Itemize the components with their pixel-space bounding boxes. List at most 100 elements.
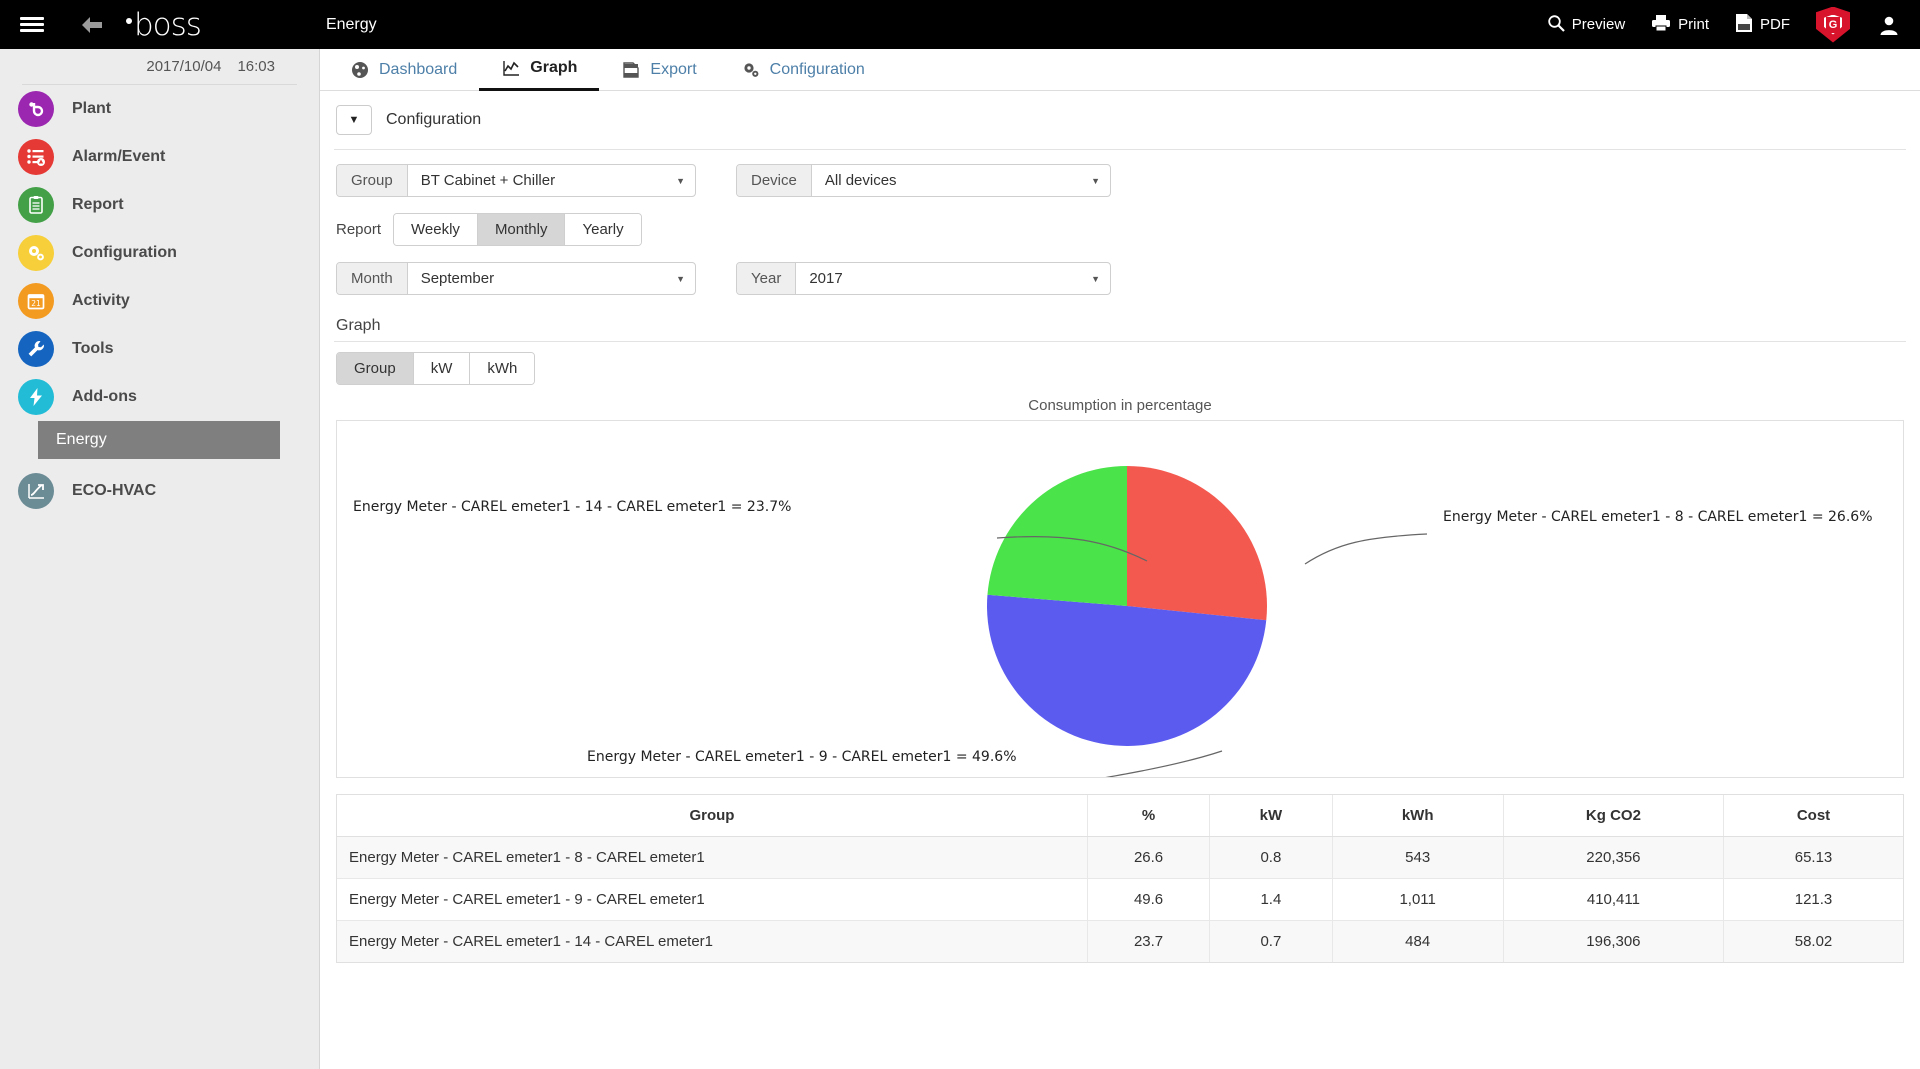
pie-label-8: Energy Meter - CAREL emeter1 - 8 - CAREL…	[1443, 509, 1873, 525]
leader-line-8	[1304, 533, 1428, 565]
pie-chart-svg	[986, 466, 1428, 792]
cell-pct: 26.6	[1087, 836, 1211, 879]
pie-slices	[986, 466, 1267, 747]
configuration-panel-header: ▼ Configuration	[320, 91, 1920, 145]
col-kw: kW	[1209, 795, 1333, 837]
device-field: Device All devices ▼	[736, 164, 1111, 197]
page-title: Energy	[325, 15, 377, 33]
device-value: All devices	[824, 172, 897, 189]
tab-label: Graph	[530, 59, 578, 76]
table-row[interactable]: Energy Meter - CAREL emeter1 - 14 - CARE…	[337, 920, 1903, 962]
tab-dashboard[interactable]: Dashboard	[328, 49, 479, 91]
sidebar-item-alarm-event[interactable]: Alarm/Event	[0, 133, 319, 181]
report-weekly-button[interactable]: Weekly	[394, 214, 478, 245]
sidebar-subitem-label: Energy	[56, 431, 107, 448]
sidebar-item-label: ECO-HVAC	[72, 482, 157, 499]
month-select[interactable]: September ▼	[408, 263, 695, 294]
print-button[interactable]: Print	[1651, 14, 1709, 36]
cell-kwh: 484	[1332, 920, 1504, 962]
tab-label: Dashboard	[379, 60, 458, 78]
device-select[interactable]: All devices ▼	[812, 165, 1110, 196]
security-shield-icon[interactable]: G	[1816, 6, 1850, 43]
current-time: 16:03	[237, 58, 275, 75]
year-value: 2017	[809, 270, 843, 287]
sidebar-item-eco-hvac[interactable]: ECO-HVAC	[0, 467, 319, 515]
chart-title: Consumption in percentage	[1028, 397, 1212, 414]
configuration-title: Configuration	[386, 111, 482, 128]
graph-kw-button[interactable]: kW	[413, 353, 471, 384]
graph-kwh-button[interactable]: kWh	[470, 353, 535, 384]
cell-cost: 65.13	[1723, 836, 1903, 879]
user-avatar-icon[interactable]	[1876, 12, 1902, 38]
cell-pct: 49.6	[1087, 878, 1211, 921]
tab-configuration[interactable]: Configuration	[719, 49, 887, 91]
sidebar-item-energy[interactable]: Energy	[38, 421, 280, 459]
chevron-down-icon: ▼	[676, 175, 685, 186]
sidebar-item-plant[interactable]: Plant	[0, 85, 319, 133]
year-field: Year 2017 ▼	[736, 262, 1111, 295]
top-bar: boss Energy Preview Print PDF G	[0, 0, 1920, 49]
graph-mode-row: Group kW kWh	[320, 352, 1920, 385]
group-field: Group BT Cabinet + Chiller ▼	[336, 164, 696, 197]
pdf-label: PDF	[1760, 16, 1790, 33]
pdf-button[interactable]: PDF	[1735, 13, 1790, 37]
graph-group-button[interactable]: Group	[337, 353, 414, 384]
pdf-file-icon	[1735, 13, 1753, 37]
sidebar-item-activity[interactable]: 21 Activity	[0, 277, 319, 325]
back-arrow-icon[interactable]	[64, 15, 120, 35]
pie-label-9: Energy Meter - CAREL emeter1 - 9 - CAREL…	[587, 749, 1017, 765]
sidebar-item-tools[interactable]: Tools	[0, 325, 319, 373]
sidebar-item-label: Activity	[72, 292, 130, 309]
search-preview-icon	[1547, 14, 1565, 36]
calendar-icon: 21	[18, 283, 54, 319]
sidebar-item-configuration[interactable]: Configuration	[0, 229, 319, 277]
month-value: September	[420, 270, 495, 287]
wrench-icon	[18, 331, 54, 367]
tab-graph[interactable]: Graph	[479, 49, 600, 91]
cell-kwh: 543	[1332, 836, 1504, 879]
pie-slice-8	[1127, 466, 1267, 621]
alarm-list-icon	[18, 139, 54, 175]
table-row[interactable]: Energy Meter - CAREL emeter1 - 8 - CAREL…	[337, 836, 1903, 879]
sidebar-item-label: Plant	[72, 100, 112, 117]
cell-group: Energy Meter - CAREL emeter1 - 9 - CAREL…	[337, 878, 1088, 921]
shield-badge-letter: G	[1824, 14, 1842, 35]
gears-icon	[741, 60, 761, 80]
sidebar: 2017/10/04 16:03 Plant Alarm/Event Repor…	[0, 49, 320, 1069]
report-monthly-button[interactable]: Monthly	[477, 214, 566, 245]
table-row[interactable]: Energy Meter - CAREL emeter1 - 9 - CAREL…	[337, 878, 1903, 921]
collapse-toggle-button[interactable]: ▼	[336, 105, 372, 135]
tab-label: Export	[650, 60, 697, 78]
datetime-display: 2017/10/04 16:03	[22, 49, 297, 85]
chevron-down-icon: ▼	[348, 114, 360, 126]
report-yearly-button[interactable]: Yearly	[565, 214, 641, 245]
preview-button[interactable]: Preview	[1547, 14, 1625, 36]
graph-mode-buttons: Group kW kWh	[336, 352, 536, 385]
brand-dot-icon	[126, 17, 132, 24]
month-label: Month	[337, 263, 408, 294]
trend-chart-icon	[18, 473, 54, 509]
brand-logo: boss	[126, 6, 202, 43]
table: Group % kW kWh Kg CO2 Cost Energy Meter …	[337, 795, 1903, 962]
tab-export[interactable]: Export	[599, 49, 718, 91]
sidebar-item-add-ons[interactable]: Add-ons	[0, 373, 319, 421]
sidebar-item-label: Report	[72, 196, 124, 213]
group-select[interactable]: BT Cabinet + Chiller ▼	[408, 165, 695, 196]
pie-label-14: Energy Meter - CAREL emeter1 - 14 - CARE…	[353, 499, 792, 515]
cell-group: Energy Meter - CAREL emeter1 - 14 - CARE…	[337, 920, 1088, 962]
report-label: Report	[336, 221, 382, 238]
clipboard-icon	[18, 187, 54, 223]
lightning-icon	[18, 379, 54, 415]
col-kwh: kWh	[1332, 795, 1504, 837]
brand-name: boss	[134, 6, 202, 43]
col-cost: Cost	[1723, 795, 1903, 837]
hamburger-menu-icon[interactable]	[0, 14, 64, 35]
cell-co2: 220,356	[1503, 836, 1725, 879]
tab-label: Configuration	[769, 60, 865, 78]
report-period-buttons: Weekly Monthly Yearly	[393, 213, 642, 246]
cell-co2: 410,411	[1503, 878, 1725, 921]
year-select[interactable]: 2017 ▼	[796, 263, 1110, 294]
cell-cost: 58.02	[1723, 920, 1903, 962]
sidebar-item-report[interactable]: Report	[0, 181, 319, 229]
cell-group: Energy Meter - CAREL emeter1 - 8 - CAREL…	[337, 836, 1088, 879]
